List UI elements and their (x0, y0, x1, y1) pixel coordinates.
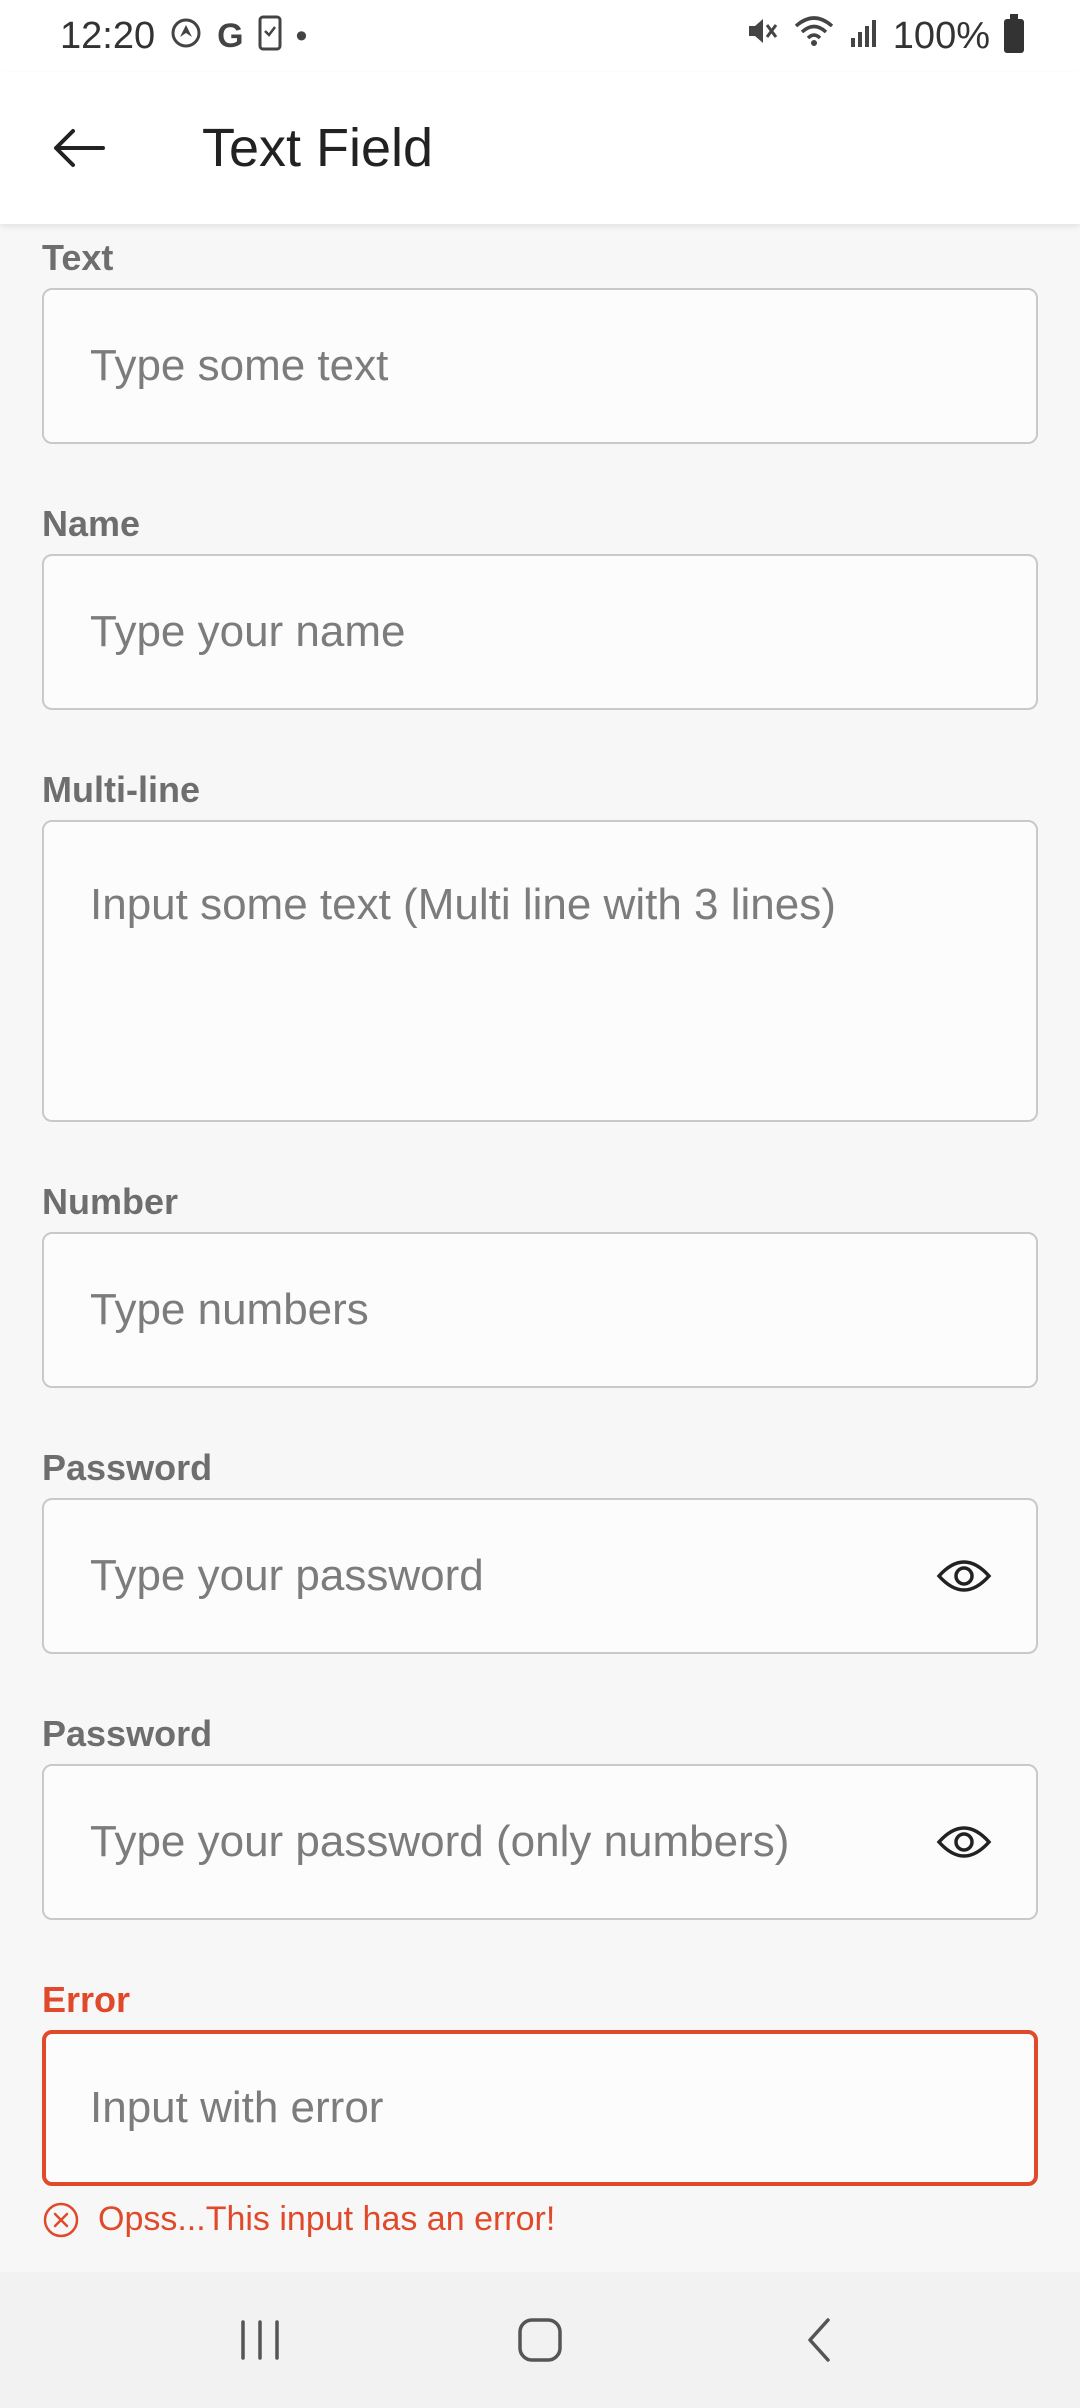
field-label-text: Text (42, 237, 114, 278)
text-input-box[interactable] (42, 288, 1038, 444)
recent-apps-button[interactable] (200, 2290, 320, 2390)
field-password: Password (42, 1438, 1038, 1654)
field-name: Name (42, 494, 1038, 710)
status-right: 100% (745, 14, 1024, 58)
phone-icon (258, 15, 282, 57)
password-numeric-input-box[interactable] (42, 1764, 1038, 1920)
number-input[interactable] (90, 1285, 950, 1335)
location-icon (169, 16, 203, 56)
field-label-password: Password (42, 1447, 213, 1488)
arrow-left-icon (54, 129, 105, 167)
password-numeric-visibility-toggle[interactable] (932, 1810, 996, 1874)
home-icon (518, 2318, 562, 2362)
field-text: Text (42, 228, 1038, 444)
nav-back-button[interactable] (760, 2290, 880, 2390)
field-label-number: Number (42, 1181, 179, 1222)
field-label-name: Name (42, 503, 141, 544)
field-multiline: Multi-line (42, 760, 1038, 1122)
battery-text: 100% (892, 14, 990, 57)
field-label-multiline: Multi-line (42, 769, 200, 810)
home-button[interactable] (480, 2290, 600, 2390)
name-input[interactable] (90, 607, 950, 657)
password-numeric-input[interactable] (90, 1817, 950, 1867)
error-message-text: Opss...This input has an error! (98, 2200, 556, 2238)
app-bar: Text Field (0, 72, 1080, 224)
content-scroll[interactable]: Text Name Multi-line Number Password (0, 224, 1080, 2272)
status-bar: 12:20 G • 100% (0, 0, 1080, 72)
google-icon: G (217, 17, 244, 55)
error-message: Opss...This input has an error! (42, 2200, 1038, 2239)
number-input-box[interactable] (42, 1232, 1038, 1388)
system-nav-bar (0, 2272, 1080, 2408)
error-circle-icon (43, 2202, 79, 2237)
multiline-input[interactable] (90, 876, 950, 1076)
field-number: Number (42, 1172, 1038, 1388)
recent-apps-icon (241, 2320, 279, 2360)
field-label-error: Error (42, 1979, 131, 2020)
field-error: Error Opss...This input has an error! (42, 1970, 1038, 2239)
status-left: 12:20 G • (60, 15, 307, 58)
error-input[interactable] (90, 2083, 950, 2133)
battery-icon (1004, 14, 1024, 53)
multiline-input-box[interactable] (42, 820, 1038, 1122)
status-time: 12:20 (60, 14, 156, 57)
field-password-numeric: Password (42, 1704, 1038, 1920)
password-input-box[interactable] (42, 1498, 1038, 1654)
dot-icon: • (295, 17, 308, 55)
eye-icon (936, 1826, 992, 1858)
eye-icon (936, 1560, 992, 1592)
signal-icon (849, 15, 879, 58)
field-label-password-numeric: Password (42, 1713, 213, 1754)
password-visibility-toggle[interactable] (932, 1544, 996, 1608)
name-input-box[interactable] (42, 554, 1038, 710)
back-icon (808, 2318, 830, 2362)
text-input[interactable] (90, 341, 950, 391)
back-button[interactable] (24, 93, 134, 203)
page-title: Text Field (202, 118, 434, 178)
password-input[interactable] (90, 1551, 950, 1601)
mute-icon (745, 14, 779, 58)
error-input-box[interactable] (42, 2030, 1038, 2186)
wifi-icon (793, 14, 835, 58)
